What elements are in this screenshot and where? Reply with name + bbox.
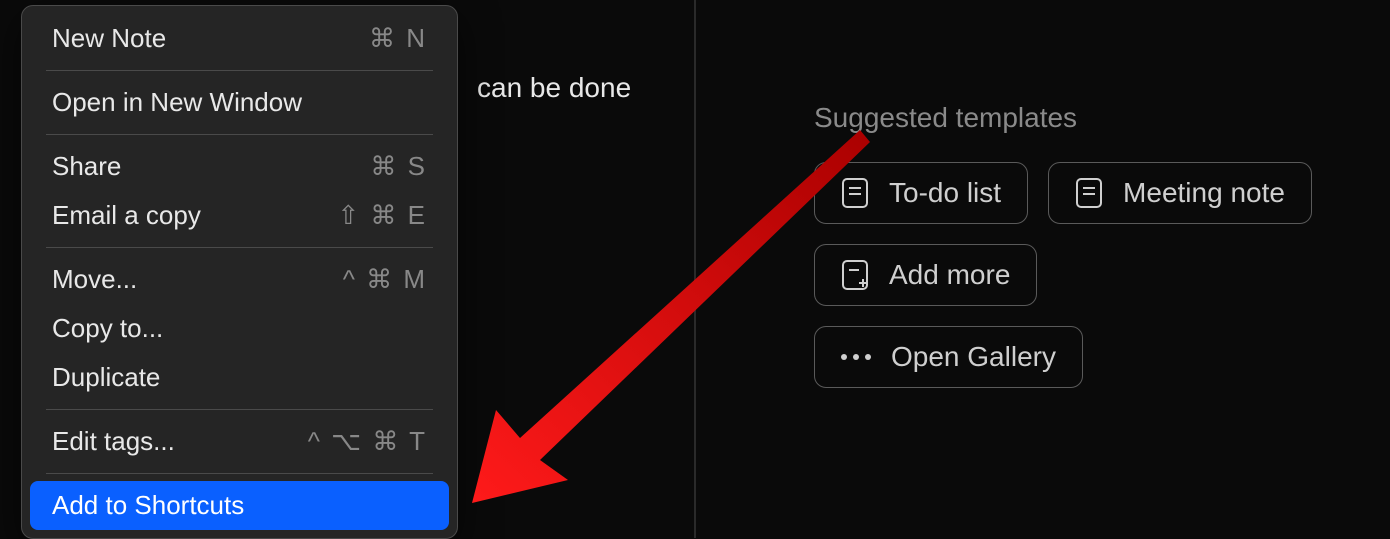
note-body-fragment: can be done <box>477 72 631 104</box>
menu-shortcut: ^ ⌘ M <box>343 264 427 295</box>
menu-label: Edit tags... <box>52 426 175 457</box>
menu-item-email-copy[interactable]: Email a copy ⇧ ⌘ E <box>22 191 457 240</box>
menu-label: Open in New Window <box>52 87 302 118</box>
menu-item-duplicate[interactable]: Duplicate <box>22 353 457 402</box>
template-label: Add more <box>889 259 1010 291</box>
template-meeting-button[interactable]: Meeting note <box>1048 162 1312 224</box>
menu-shortcut: ⌘ S <box>370 151 427 182</box>
menu-separator <box>46 247 433 248</box>
menu-label: Add to Shortcuts <box>52 490 244 521</box>
template-label: Meeting note <box>1123 177 1285 209</box>
template-label: To-do list <box>889 177 1001 209</box>
context-menu: New Note ⌘ N Open in New Window Share ⌘ … <box>21 5 458 539</box>
suggested-templates-panel: Suggested templates To-do list Meeting n <box>814 102 1312 408</box>
menu-shortcut: ⇧ ⌘ E <box>337 200 427 231</box>
menu-label: Duplicate <box>52 362 160 393</box>
template-row: Add more <box>814 244 1312 306</box>
menu-item-edit-tags[interactable]: Edit tags... ^ ⌥ ⌘ T <box>22 417 457 466</box>
menu-item-copy-to[interactable]: Copy to... <box>22 304 457 353</box>
menu-shortcut: ^ ⌥ ⌘ T <box>308 426 427 457</box>
menu-label: Email a copy <box>52 200 201 231</box>
panel-divider <box>694 0 696 538</box>
menu-label: Move... <box>52 264 137 295</box>
menu-label: Copy to... <box>52 313 163 344</box>
suggested-templates-title: Suggested templates <box>814 102 1312 134</box>
template-add-more-button[interactable]: Add more <box>814 244 1037 306</box>
menu-separator <box>46 409 433 410</box>
menu-separator <box>46 70 433 71</box>
menu-item-move[interactable]: Move... ^ ⌘ M <box>22 255 457 304</box>
template-open-gallery-button[interactable]: Open Gallery <box>814 326 1083 388</box>
menu-shortcut: ⌘ N <box>369 23 427 54</box>
menu-item-new-note[interactable]: New Note ⌘ N <box>22 14 457 63</box>
template-todo-button[interactable]: To-do list <box>814 162 1028 224</box>
menu-item-open-new-window[interactable]: Open in New Window <box>22 78 457 127</box>
menu-label: New Note <box>52 23 166 54</box>
ellipsis-icon <box>841 354 871 360</box>
template-row: Open Gallery <box>814 326 1312 388</box>
note-add-icon <box>841 259 869 291</box>
menu-item-add-to-shortcuts[interactable]: Add to Shortcuts <box>30 481 449 530</box>
note-list-icon <box>1075 177 1103 209</box>
template-row: To-do list Meeting note <box>814 162 1312 224</box>
menu-separator <box>46 134 433 135</box>
template-label: Open Gallery <box>891 341 1056 373</box>
note-list-icon <box>841 177 869 209</box>
menu-item-share[interactable]: Share ⌘ S <box>22 142 457 191</box>
menu-separator <box>46 473 433 474</box>
menu-label: Share <box>52 151 121 182</box>
